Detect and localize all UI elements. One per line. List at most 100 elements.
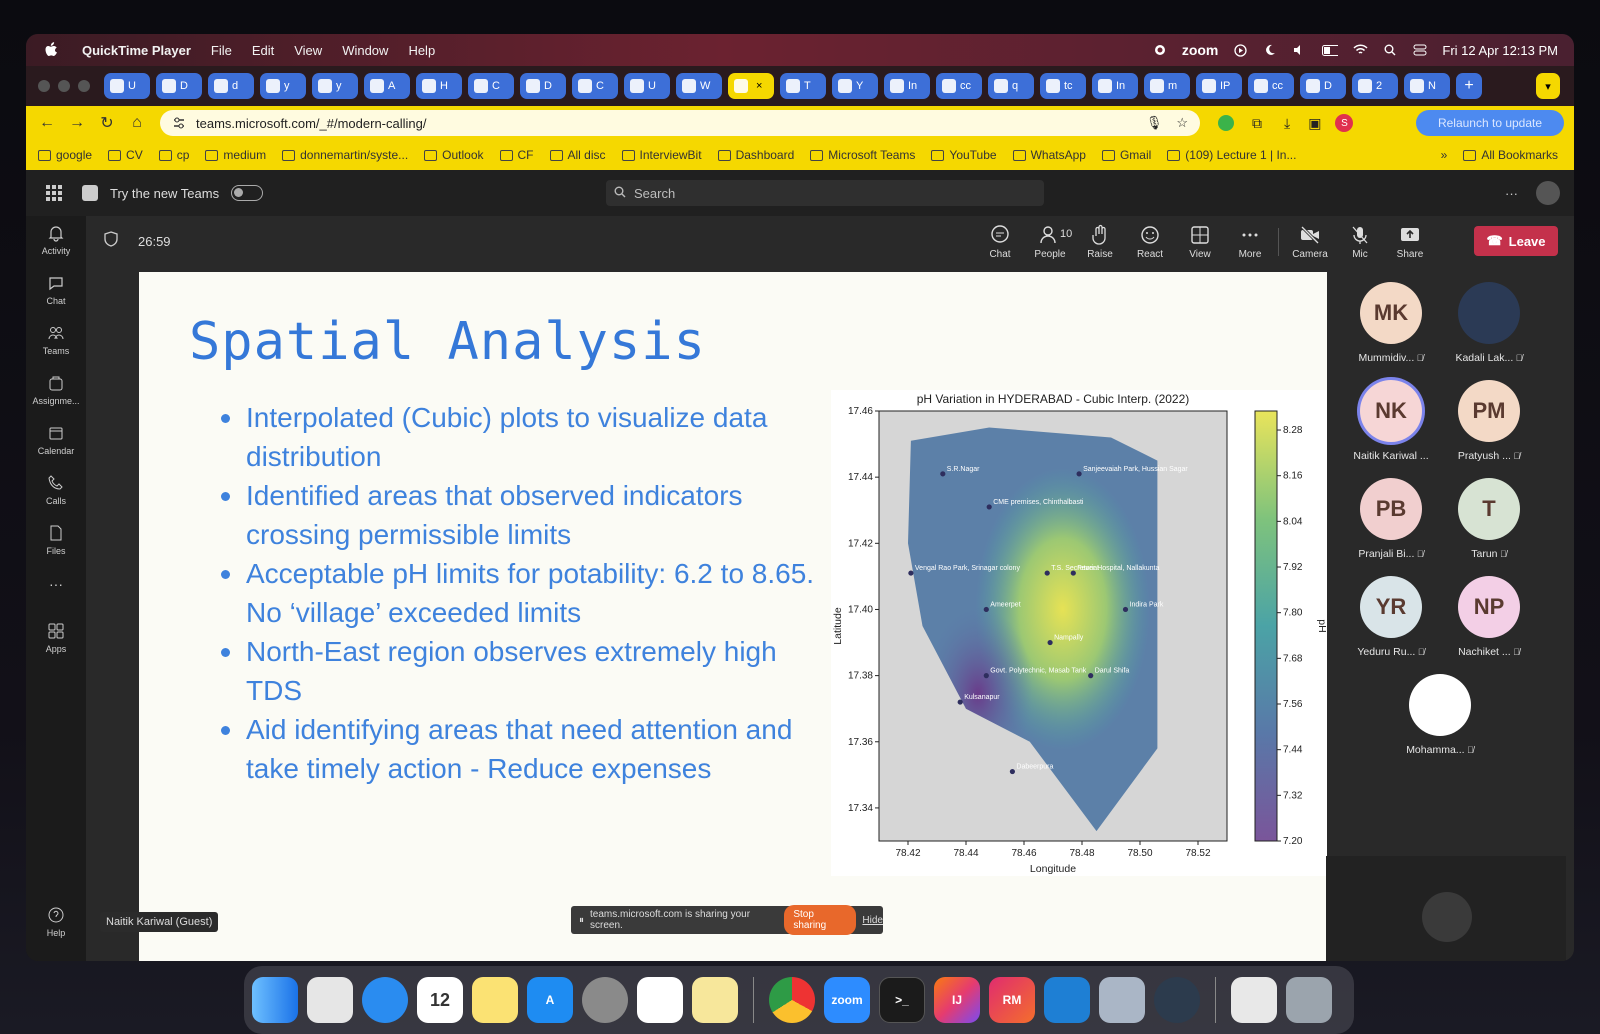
menu-datetime[interactable]: Fri 12 Apr 12:13 PM — [1442, 43, 1558, 58]
rail-apps[interactable]: Apps — [26, 622, 86, 654]
play-icon[interactable] — [1232, 43, 1248, 57]
tab-list-button[interactable]: ▾ — [1536, 73, 1560, 99]
hide-share-notice-button[interactable]: Hide — [862, 915, 883, 926]
browser-tab[interactable]: cc — [936, 73, 982, 99]
rail-chat[interactable]: Chat — [26, 274, 86, 306]
browser-tab[interactable]: H — [416, 73, 462, 99]
browser-tab[interactable]: y — [260, 73, 306, 99]
dock-quicktime-icon[interactable] — [1154, 977, 1200, 1023]
more-button[interactable]: More — [1228, 224, 1272, 260]
browser-tab[interactable]: d — [208, 73, 254, 99]
home-icon[interactable]: ⌂ — [122, 114, 152, 132]
app-launcher-icon[interactable] — [46, 185, 62, 201]
mic-button[interactable]: Mic — [1338, 224, 1382, 260]
browser-tab[interactable]: U — [624, 73, 670, 99]
bookmark-item[interactable]: All disc — [549, 148, 606, 162]
browser-tab[interactable]: 2 — [1352, 73, 1398, 99]
close-window-button[interactable] — [38, 80, 50, 92]
new-tab-button[interactable]: + — [1456, 73, 1482, 99]
menu-help[interactable]: Help — [408, 43, 435, 58]
wifi-icon[interactable] — [1352, 43, 1368, 57]
view-button[interactable]: View — [1178, 224, 1222, 260]
menu-window[interactable]: Window — [342, 43, 388, 58]
participant-tile[interactable]: MK Mummidiv... 🎙̸ — [1336, 282, 1446, 364]
react-button[interactable]: React — [1128, 224, 1172, 260]
dock-preview-icon[interactable] — [1099, 977, 1145, 1023]
browser-tab[interactable]: T — [780, 73, 826, 99]
dock-safari-icon[interactable] — [362, 977, 408, 1023]
reload-icon[interactable]: ↻ — [92, 113, 122, 133]
address-bar[interactable]: teams.microsoft.com/_#/modern-calling/ 🎙… — [160, 110, 1200, 136]
moon-icon[interactable] — [1262, 43, 1278, 57]
browser-tab[interactable]: C — [468, 73, 514, 99]
shield-icon[interactable] — [104, 230, 118, 252]
relaunch-button[interactable]: Relaunch to update — [1416, 110, 1564, 136]
browser-tab[interactable]: D — [156, 73, 202, 99]
dock-intellij-icon[interactable]: IJ — [934, 977, 980, 1023]
dock-slack-icon[interactable] — [637, 977, 683, 1023]
browser-tab[interactable]: U — [104, 73, 150, 99]
dock-trash-icon[interactable] — [1286, 977, 1332, 1023]
bookmark-item[interactable]: YouTube — [931, 148, 997, 162]
browser-tab[interactable]: N — [1404, 73, 1450, 99]
user-avatar[interactable] — [1536, 181, 1560, 205]
all-bookmarks-button[interactable]: All Bookmarks — [1463, 148, 1558, 162]
sidepanel-icon[interactable]: ▣ — [1308, 115, 1321, 132]
menu-edit[interactable]: Edit — [252, 43, 274, 58]
minimize-window-button[interactable] — [58, 80, 70, 92]
rail-files[interactable]: Files — [26, 524, 86, 556]
menu-view[interactable]: View — [294, 43, 322, 58]
menu-file[interactable]: File — [211, 43, 232, 58]
bookmarks-overflow-icon[interactable]: » — [1441, 148, 1448, 162]
maximize-window-button[interactable] — [78, 80, 90, 92]
share-button[interactable]: Share — [1388, 224, 1432, 260]
participant-tile[interactable]: Kadali Lak... 🎙̸ — [1434, 282, 1544, 364]
bookmark-item[interactable]: InterviewBit — [621, 148, 702, 162]
download-icon[interactable]: ⤓ — [1284, 115, 1290, 132]
bookmark-item[interactable]: CV — [108, 148, 143, 162]
bookmark-item[interactable]: donnemartin/syste... — [282, 148, 408, 162]
bookmark-item[interactable]: Microsoft Teams — [810, 148, 915, 162]
control-center-icon[interactable] — [1412, 43, 1428, 57]
browser-tab[interactable]: D — [1300, 73, 1346, 99]
sound-icon[interactable] — [1292, 43, 1308, 57]
rail-assignments[interactable]: Assignme... — [26, 374, 86, 406]
dock-notes-icon[interactable] — [472, 977, 518, 1023]
browser-tab[interactable]: A — [364, 73, 410, 99]
record-icon[interactable] — [1152, 43, 1168, 57]
dock-stickies-icon[interactable] — [692, 977, 738, 1023]
bookmark-item[interactable]: CF — [499, 148, 534, 162]
more-options-icon[interactable]: ··· — [1505, 186, 1518, 201]
browser-tab[interactable]: q — [988, 73, 1034, 99]
dock-settings-icon[interactable] — [582, 977, 628, 1023]
participant-tile[interactable]: PB Pranjali Bi... 🎙̸ — [1336, 478, 1446, 560]
rail-more-icon[interactable]: ··· — [26, 576, 86, 592]
browser-tab[interactable]: IP — [1196, 73, 1242, 99]
extension-icon[interactable] — [1218, 115, 1234, 131]
people-button[interactable]: People 10 — [1028, 224, 1072, 260]
participant-tile[interactable]: NP Nachiket ... 🎙̸ — [1434, 576, 1544, 658]
browser-tab[interactable]: D — [520, 73, 566, 99]
dock-calendar-icon[interactable]: 12 — [417, 977, 463, 1023]
browser-tab[interactable]: C — [572, 73, 618, 99]
forward-icon[interactable]: → — [62, 114, 92, 132]
stop-sharing-button[interactable]: Stop sharing — [784, 905, 857, 935]
bookmark-item[interactable]: Dashboard — [717, 148, 794, 162]
try-new-teams-toggle[interactable] — [231, 185, 264, 201]
browser-tab[interactable]: Y — [832, 73, 878, 99]
participant-tile[interactable]: PM Pratyush ... 🎙̸ — [1434, 380, 1544, 462]
bookmark-item[interactable]: medium — [205, 148, 266, 162]
browser-tab[interactable]: cc — [1248, 73, 1294, 99]
site-info-icon[interactable] — [172, 116, 186, 130]
browser-tab[interactable]: y — [312, 73, 358, 99]
self-video-tile[interactable] — [1326, 856, 1566, 961]
battery-icon[interactable] — [1322, 43, 1339, 57]
rail-calendar[interactable]: Calendar — [26, 424, 86, 456]
address-url[interactable]: teams.microsoft.com/_#/modern-calling/ — [196, 116, 426, 131]
browser-tab[interactable]: In — [1092, 73, 1138, 99]
bookmark-item[interactable]: cp — [158, 148, 189, 162]
browser-tab[interactable]: In — [884, 73, 930, 99]
bookmark-item[interactable]: google — [38, 148, 92, 162]
rail-help[interactable]: Help — [26, 906, 86, 938]
leave-button[interactable]: ☎ Leave — [1474, 226, 1558, 256]
